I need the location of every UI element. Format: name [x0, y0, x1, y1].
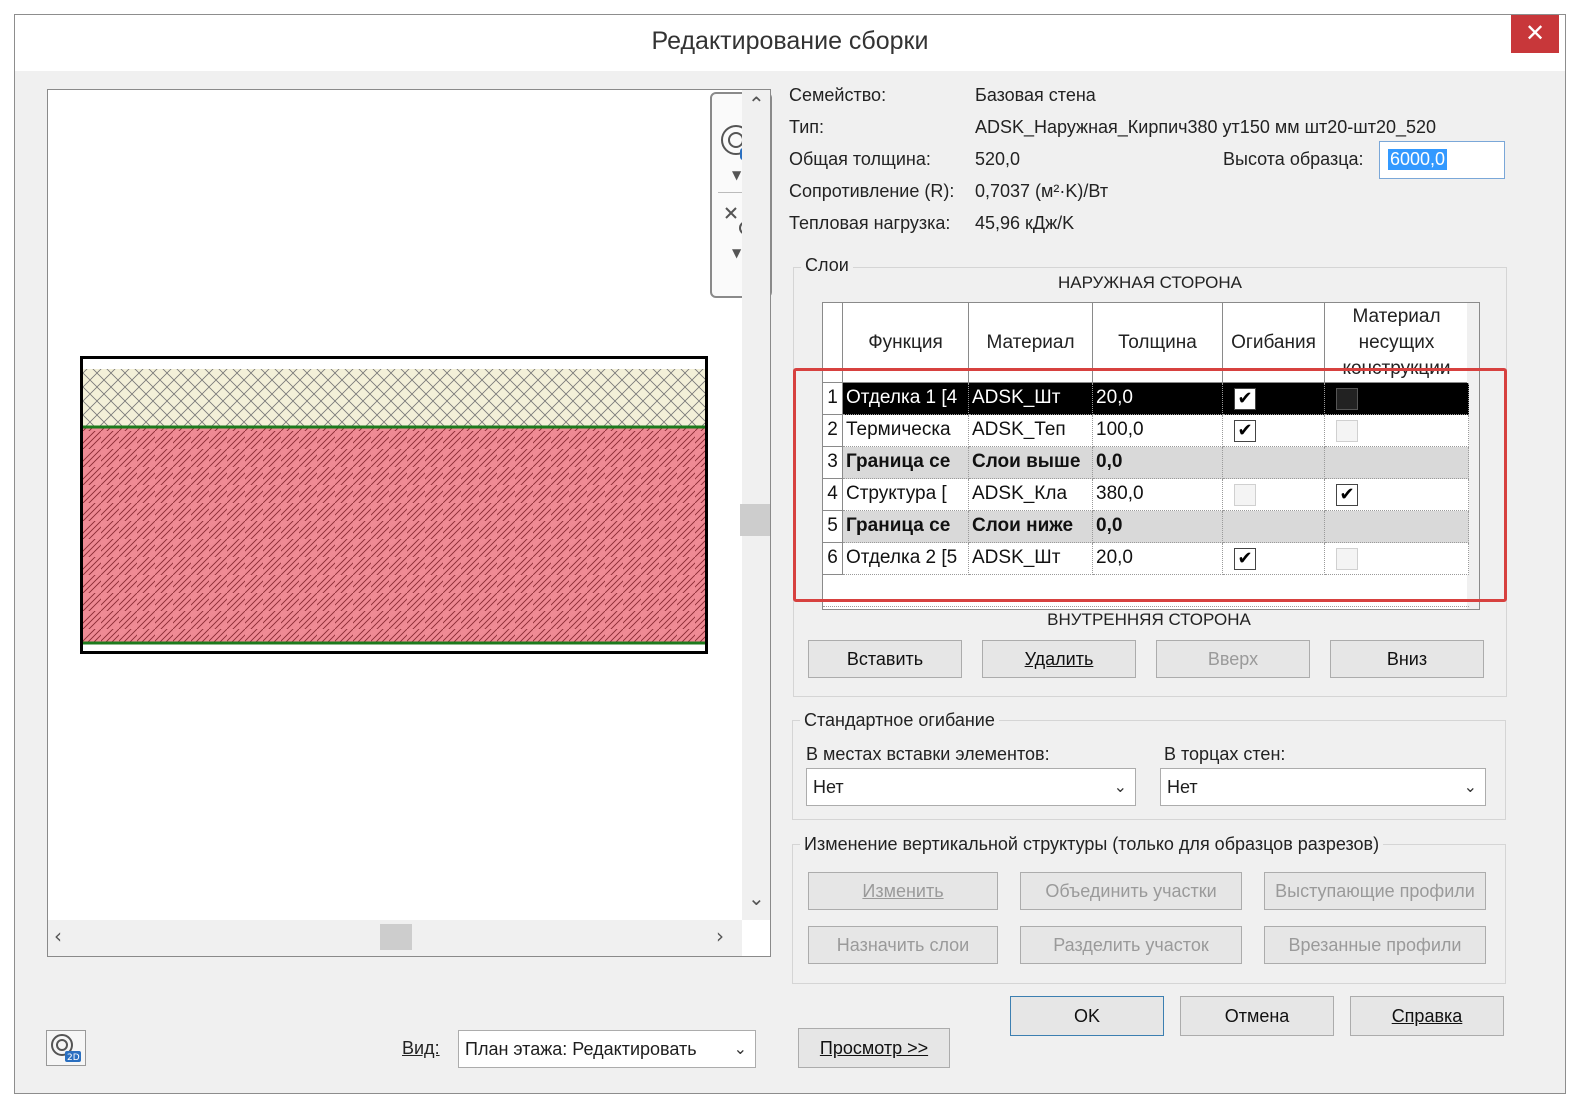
horizontal-scroll-thumb[interactable]: [380, 924, 412, 950]
ok-button-label: OK: [1073, 1005, 1100, 1026]
modify-button-label: Изменить: [862, 880, 944, 901]
at-inserts-select[interactable]: Нет ⌄: [806, 768, 1136, 806]
family-label: Семейство:: [789, 85, 887, 105]
insulation-layer: [83, 427, 705, 643]
cancel-button[interactable]: Отмена: [1180, 996, 1334, 1036]
split-region-button-label: Разделить участок: [1053, 934, 1209, 955]
modify-button[interactable]: Изменить: [808, 872, 998, 910]
sample-height-value: 6000,0: [1388, 149, 1448, 170]
help-button[interactable]: Справка: [1350, 996, 1504, 1036]
sample-height-label: Высота образца:: [1223, 149, 1364, 169]
sweeps-button[interactable]: Выступающие профили: [1264, 872, 1486, 910]
preview-pane[interactable]: × 2D ▼ ▼ − ⌃ ⌄ ‹ ›: [47, 89, 772, 957]
merge-regions-button[interactable]: Объединить участки: [1020, 872, 1242, 910]
wall-section-drawing: [83, 369, 705, 645]
default-wrapping-title: Стандартное огибание: [800, 710, 999, 731]
dialog-title: Редактирование сборки: [651, 27, 929, 55]
view-label-text: Вид:: [402, 1038, 440, 1058]
move-down-button-label: Вниз: [1386, 648, 1428, 669]
exterior-side-label: НАРУЖНАЯ СТОРОНА: [1057, 273, 1243, 292]
chevron-down-icon[interactable]: ▼: [732, 168, 741, 182]
resistance-value: 0,7037 (м²·K)/Вт: [975, 181, 1109, 201]
highlight-frame: [793, 368, 1507, 602]
interior-side-label: ВНУТРЕННЯЯ СТОРОНА: [1047, 610, 1251, 629]
scroll-down-icon[interactable]: ⌄: [748, 886, 765, 910]
wall-section-preview: [80, 356, 708, 654]
resistance-label: Сопротивление (R):: [789, 181, 955, 201]
scroll-up-icon[interactable]: ⌃: [748, 92, 765, 116]
scroll-left-icon[interactable]: ‹: [54, 924, 62, 948]
type-value: ADSK_Наружная_Кирпич380 ут150 мм шт20-шт…: [975, 117, 1437, 137]
at-ends-value: Нет: [1167, 777, 1198, 797]
assign-layers-button-label: Назначить слои: [836, 934, 970, 955]
view-label: Вид:: [402, 1038, 440, 1059]
steering-wheel-2d-icon[interactable]: 2D: [46, 1030, 86, 1066]
chevron-down-icon: ⌄: [733, 1039, 747, 1058]
split-region-button[interactable]: Разделить участок: [1020, 926, 1242, 964]
family-value: Базовая стена: [975, 85, 1096, 105]
move-up-button-label: Вверх: [1207, 648, 1259, 669]
reveals-button-label: Врезанные профили: [1288, 934, 1462, 955]
ok-button[interactable]: OK: [1010, 996, 1164, 1036]
thickness-label: Общая толщина:: [789, 149, 931, 169]
chevron-down-icon: ⌄: [1113, 777, 1127, 796]
delete-button[interactable]: Удалить: [982, 640, 1136, 678]
finish-layer: [83, 369, 705, 427]
vertical-structure-title: Изменение вертикальной структуры (только…: [800, 834, 1384, 855]
at-ends-label: В торцах стен:: [1164, 744, 1286, 764]
thermal-mass-label: Тепловая нагрузка:: [789, 213, 951, 233]
assign-layers-button[interactable]: Назначить слои: [808, 926, 998, 964]
scroll-right-icon[interactable]: ›: [716, 924, 724, 948]
vertical-scroll-thumb[interactable]: [740, 504, 770, 536]
insert-button[interactable]: Вставить: [808, 640, 962, 678]
at-ends-select[interactable]: Нет ⌄: [1160, 768, 1486, 806]
delete-button-label: Удалить: [1024, 648, 1094, 669]
thermal-mass-value: 45,96 кДж/K: [975, 213, 1075, 233]
preview-toggle-button[interactable]: Просмотр >>: [798, 1028, 950, 1068]
svg-text:2D: 2D: [67, 1053, 80, 1063]
move-down-button[interactable]: Вниз: [1330, 640, 1484, 678]
view-value: План этажа: Редактировать: [465, 1039, 697, 1059]
type-label: Тип:: [789, 117, 825, 137]
thickness-value: 520,0: [975, 149, 1021, 169]
chevron-down-icon: ⌄: [1463, 777, 1477, 796]
reveals-button[interactable]: Врезанные профили: [1264, 926, 1486, 964]
preview-toggle-button-label: Просмотр >>: [819, 1037, 929, 1058]
at-inserts-value: Нет: [813, 777, 844, 797]
chevron-down-icon[interactable]: ▼: [732, 246, 741, 260]
close-button[interactable]: ✕: [1511, 15, 1559, 53]
sample-height-input[interactable]: 6000,0: [1379, 141, 1505, 179]
title-bar: Редактирование сборки ✕: [15, 15, 1565, 71]
at-inserts-label: В местах вставки элементов:: [806, 744, 1050, 764]
insert-button-label: Вставить: [846, 648, 924, 669]
move-up-button[interactable]: Вверх: [1156, 640, 1310, 678]
view-select[interactable]: План этажа: Редактировать ⌄: [458, 1030, 756, 1068]
merge-regions-button-label: Объединить участки: [1045, 880, 1217, 901]
sweeps-button-label: Выступающие профили: [1275, 880, 1475, 901]
help-button-label: Справка: [1391, 1005, 1463, 1026]
cancel-button-label: Отмена: [1224, 1005, 1290, 1026]
